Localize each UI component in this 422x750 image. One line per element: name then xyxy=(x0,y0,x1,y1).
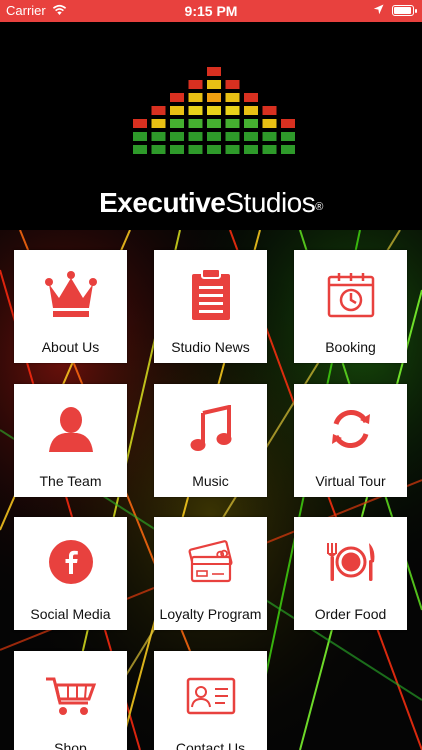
tile-label: Social Media xyxy=(30,606,111,622)
equalizer-bar xyxy=(133,145,147,154)
tile-order-food[interactable]: Order Food xyxy=(294,517,407,630)
equalizer-bar xyxy=(207,93,221,102)
equalizer-bar xyxy=(151,119,166,128)
equalizer-bar xyxy=(262,106,277,115)
tile-virtual-tour[interactable]: Virtual Tour xyxy=(294,384,407,497)
registered-mark: ® xyxy=(315,201,323,213)
tile-social-media[interactable]: Social Media xyxy=(14,517,127,630)
contact-card-icon xyxy=(186,677,235,715)
cart-icon xyxy=(45,677,96,715)
equalizer-bar xyxy=(170,119,184,128)
equalizer-bar xyxy=(170,93,184,102)
battery-icon xyxy=(392,5,417,16)
equalizer-bar xyxy=(225,80,240,89)
equalizer-bar xyxy=(188,145,203,154)
status-bar: Carrier 9:15 PM xyxy=(0,0,422,22)
app-header: ExecutiveStudios® xyxy=(0,22,422,230)
equalizer-bar xyxy=(170,132,184,141)
tile-label: Virtual Tour xyxy=(315,473,386,489)
equalizer-bar xyxy=(225,93,240,102)
equalizer-bar xyxy=(170,145,184,154)
equalizer-bar xyxy=(281,132,295,141)
tile-booking[interactable]: Booking xyxy=(294,250,407,363)
tile-music[interactable]: Music xyxy=(154,384,267,497)
equalizer-bar xyxy=(244,119,258,128)
equalizer-bar xyxy=(244,93,258,102)
tile-label: Booking xyxy=(325,339,376,355)
music-note-icon xyxy=(190,405,231,451)
equalizer-bar xyxy=(188,93,203,102)
equalizer-bar xyxy=(207,80,221,89)
calendar-clock-icon xyxy=(327,273,374,318)
equalizer-bar xyxy=(225,106,240,115)
equalizer-bar xyxy=(188,80,203,89)
tile-about-us[interactable]: About Us xyxy=(14,250,127,363)
equalizer-bar xyxy=(281,119,295,128)
tile-label: Order Food xyxy=(314,606,387,622)
brand-name-regular: Studios xyxy=(225,187,316,218)
person-icon xyxy=(48,407,93,452)
equalizer-bar xyxy=(188,106,203,115)
tile-label: Loyalty Program xyxy=(159,606,262,622)
facebook-icon xyxy=(48,540,93,584)
equalizer-bar xyxy=(262,132,277,141)
equalizer-bar xyxy=(207,132,221,141)
menu-grid-area: About Us Studio News Booking The Team Mu… xyxy=(0,230,422,750)
tile-studio-news[interactable]: Studio News xyxy=(154,250,267,363)
equalizer-bar xyxy=(207,67,221,76)
tile-label: Music xyxy=(192,473,229,489)
equalizer-bar xyxy=(262,119,277,128)
clipboard-icon xyxy=(191,268,230,320)
tile-contact-us[interactable]: Contact Us xyxy=(154,651,267,750)
equalizer-bar xyxy=(225,119,240,128)
tile-loyalty-program[interactable]: Loyalty Program xyxy=(154,517,267,630)
tile-label: Shop xyxy=(54,740,87,750)
tile-label: About Us xyxy=(41,339,100,355)
equalizer-bar xyxy=(207,119,221,128)
refresh-icon xyxy=(331,410,370,448)
equalizer-bar xyxy=(151,145,166,154)
equalizer-bar xyxy=(133,119,147,128)
equalizer-bar xyxy=(133,132,147,141)
equalizer-bar xyxy=(225,132,240,141)
equalizer-bar xyxy=(170,106,184,115)
location-arrow-icon xyxy=(373,4,384,15)
equalizer-bar xyxy=(188,132,203,141)
equalizer-bar xyxy=(151,132,166,141)
tile-label: Contact Us xyxy=(175,740,246,750)
clock: 9:15 PM xyxy=(184,3,238,19)
equalizer-bar xyxy=(262,145,277,154)
equalizer-bar xyxy=(188,119,203,128)
plate-cutlery-icon xyxy=(326,543,374,581)
battery-level xyxy=(394,7,411,14)
tile-label: The Team xyxy=(39,473,102,489)
tile-label: Studio News xyxy=(171,339,250,355)
brand-name-bold: Executive xyxy=(99,187,226,218)
equalizer-bar xyxy=(244,132,258,141)
crown-icon xyxy=(44,271,97,317)
equalizer-bar xyxy=(281,145,295,154)
equalizer-bar xyxy=(244,106,258,115)
tile-the-team[interactable]: The Team xyxy=(14,384,127,497)
equalizer-logo-icon xyxy=(133,67,295,154)
brand-name: ExecutiveStudios® xyxy=(0,187,422,219)
equalizer-bar xyxy=(207,145,221,154)
cards-icon xyxy=(188,540,233,583)
equalizer-bar xyxy=(244,145,258,154)
equalizer-bar xyxy=(151,106,166,115)
tile-shop[interactable]: Shop xyxy=(14,651,127,750)
equalizer-bar xyxy=(225,145,240,154)
equalizer-bar xyxy=(207,106,221,115)
